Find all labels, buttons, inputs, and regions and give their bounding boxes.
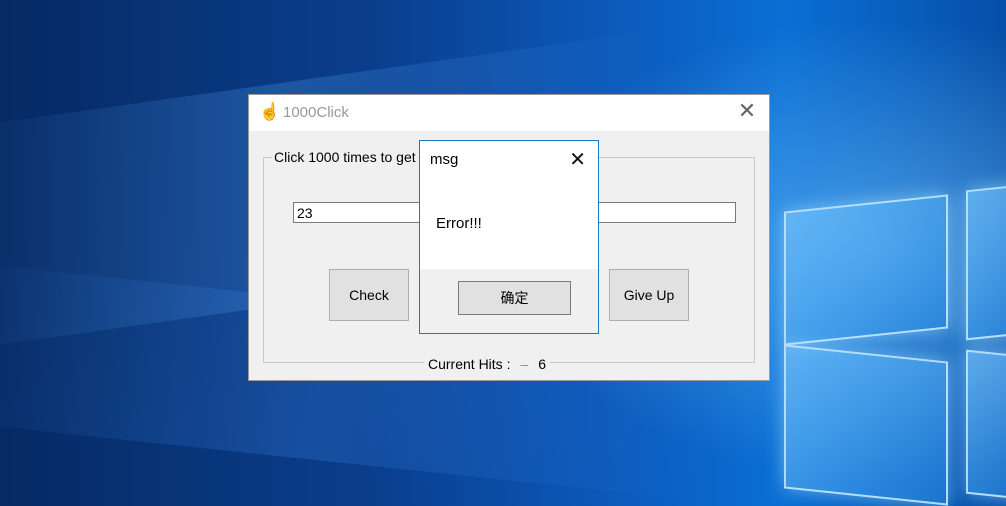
group-label: Click 1000 times to get: [272, 149, 418, 165]
give-up-button[interactable]: Give Up: [609, 269, 689, 321]
hand-pointer-icon: ☝: [259, 102, 281, 121]
message-dialog: msg ✕ Error!!! 确定: [419, 140, 599, 334]
ok-button[interactable]: 确定: [458, 281, 571, 315]
hits-value: 6: [538, 356, 547, 372]
logo-pane: [966, 183, 1006, 341]
check-button[interactable]: Check: [329, 269, 409, 321]
windows-logo-wallpaper: [776, 165, 1006, 506]
dialog-title: msg: [430, 151, 459, 168]
close-icon[interactable]: ✕: [737, 101, 757, 123]
logo-pane: [784, 344, 948, 506]
current-hits: Current Hits : –6: [424, 356, 551, 372]
dialog-message: Error!!!: [436, 215, 482, 232]
dialog-footer: 确定: [420, 269, 598, 333]
window-title: 1000Click: [283, 104, 349, 121]
close-icon[interactable]: ✕: [569, 149, 586, 169]
window-titlebar[interactable]: ☝ 1000Click ✕: [249, 95, 769, 131]
hits-separator: –: [520, 356, 529, 372]
hits-label: Current Hits :: [428, 356, 511, 372]
logo-pane: [784, 194, 948, 346]
logo-pane: [966, 349, 1006, 501]
